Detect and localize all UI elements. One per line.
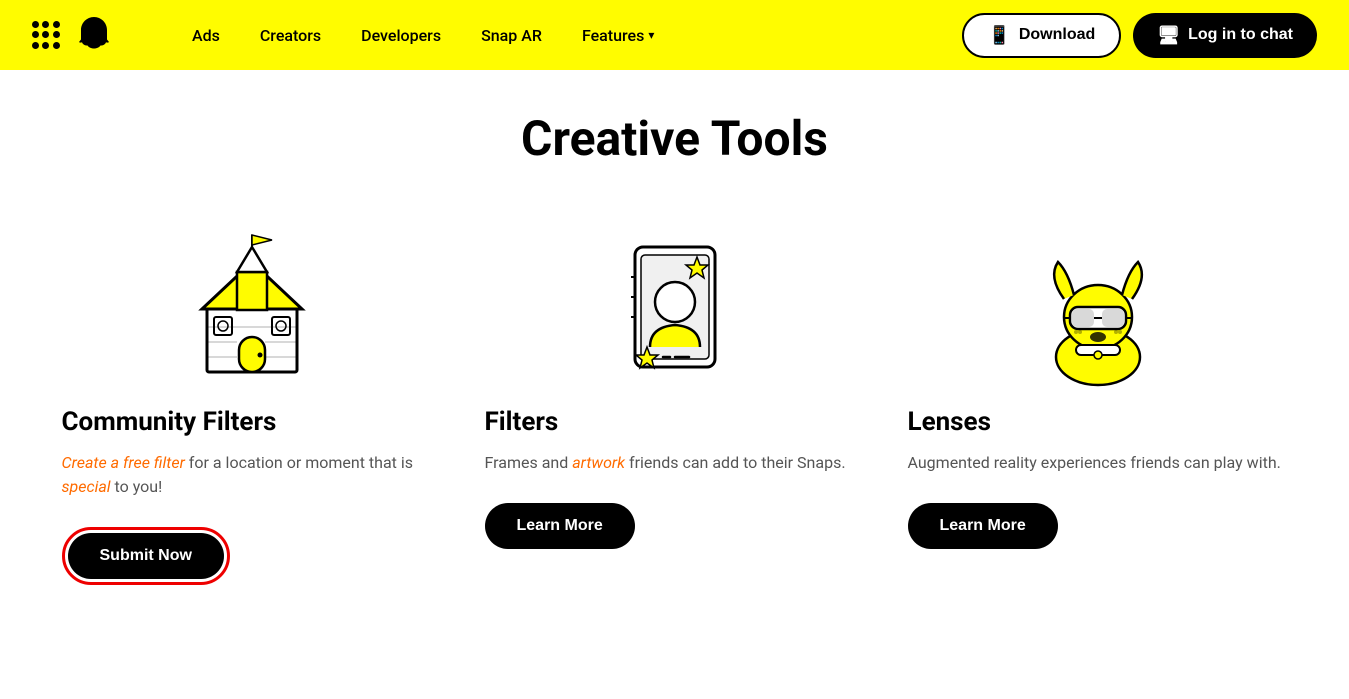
nav-features[interactable]: Features ▾ [582,26,654,45]
card-lenses: Lenses Augmented reality experiences fri… [908,227,1288,549]
cards-container: Community Filters Create a free filter f… [60,227,1289,585]
card-filters: Filters Frames and artwork friends can a… [485,227,865,549]
snapchat-ghost-logo[interactable] [76,14,112,57]
card-community-filters: Community Filters Create a free filter f… [62,227,442,585]
lenses-desc: Augmented reality experiences friends ca… [908,451,1281,475]
monitor-icon: 🖥 [1157,25,1180,46]
lenses-icon [908,227,1288,387]
nav-ads[interactable]: Ads [192,26,220,45]
community-filters-desc: Create a free filter for a location or m… [62,451,442,499]
main-content: Creative Tools [0,70,1349,645]
filters-icon [485,227,865,387]
nav-actions: 📱 Download 🖥 Log in to chat [962,13,1317,58]
lenses-learn-more-button[interactable]: Learn More [908,503,1058,549]
grid-menu-icon[interactable] [32,21,60,49]
page-title: Creative Tools [60,110,1289,167]
filters-desc: Frames and artwork friends can add to th… [485,451,846,475]
community-filters-title: Community Filters [62,407,277,437]
nav-snap-ar[interactable]: Snap AR [481,26,542,45]
phone-icon: 📱 [988,25,1010,46]
download-button[interactable]: 📱 Download [962,13,1121,58]
filters-learn-more-button[interactable]: Learn More [485,503,635,549]
filters-title: Filters [485,407,559,437]
lenses-title: Lenses [908,407,991,437]
navbar: Ads Creators Developers Snap AR Features… [0,0,1349,70]
login-button[interactable]: 🖥 Log in to chat [1133,13,1317,58]
nav-developers[interactable]: Developers [361,26,441,45]
chevron-down-icon: ▾ [648,28,654,42]
community-filters-icon [62,227,442,387]
nav-creators[interactable]: Creators [260,26,321,45]
submit-now-button-wrapper: Submit Now [62,527,230,585]
nav-links: Ads Creators Developers Snap AR Features… [192,26,654,45]
submit-now-button[interactable]: Submit Now [68,533,224,579]
